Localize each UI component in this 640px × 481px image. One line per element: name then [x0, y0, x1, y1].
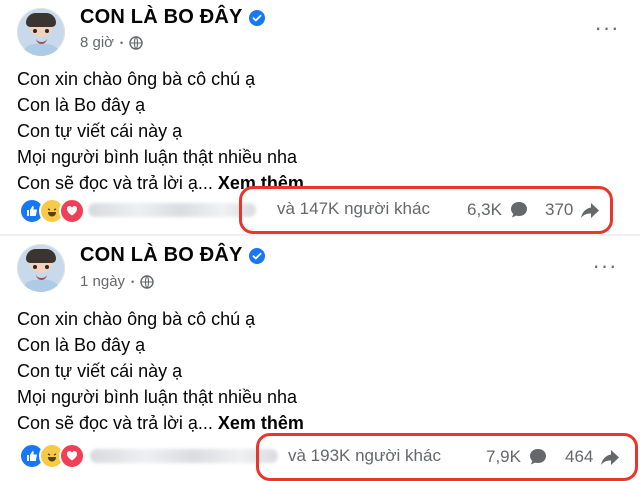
reaction-icons[interactable]	[19, 198, 85, 224]
more-options-button[interactable]: ···	[590, 253, 620, 278]
verified-badge-icon	[248, 247, 265, 264]
page-name[interactable]: CON LÀ BO ĐÂY	[80, 6, 265, 29]
post-line: Mọi người bình luận thật nhiều nha	[17, 387, 298, 407]
post-meta: 8 giờ •	[80, 34, 143, 51]
globe-icon	[140, 274, 154, 289]
post-line: Con xin chào ông bà cô chú ạ	[17, 69, 256, 89]
reaction-icons[interactable]	[19, 443, 85, 469]
post-line: Con sẽ đọc và trả lời ạ... Xem thêm	[17, 413, 304, 433]
post-time[interactable]: 8 giờ	[80, 34, 114, 51]
blurred-reactor-names	[88, 203, 256, 217]
avatar[interactable]	[17, 8, 65, 56]
more-options-button[interactable]: ···	[592, 15, 622, 40]
post-line: Mọi người bình luận thật nhiều nha	[17, 147, 298, 167]
post-card: CON LÀ BO ĐÂY 8 giờ • ··· Con xin chào ô…	[0, 0, 640, 236]
page-name[interactable]: CON LÀ BO ĐÂY	[80, 244, 265, 267]
blurred-reactor-names	[90, 449, 278, 463]
love-icon	[59, 443, 85, 469]
see-more-link[interactable]: Xem thêm	[218, 413, 304, 433]
highlight-frame	[256, 433, 638, 481]
post-meta: 1 ngày •	[80, 273, 154, 290]
verified-badge-icon	[248, 9, 265, 26]
post-text: Con xin chào ông bà cô chú ạ Con là Bo đ…	[17, 66, 304, 196]
highlight-frame	[239, 186, 613, 234]
globe-icon	[129, 35, 143, 50]
post-line: Con tự viết cái này ạ	[17, 121, 183, 141]
post-line: Con là Bo đây ạ	[17, 95, 146, 115]
avatar[interactable]	[17, 244, 65, 292]
post-card: CON LÀ BO ĐÂY 1 ngày • ··· Con xin chào …	[0, 236, 640, 481]
post-line: Con xin chào ông bà cô chú ạ	[17, 309, 256, 329]
love-icon	[59, 198, 85, 224]
post-line: Con tự viết cái này ạ	[17, 361, 183, 381]
post-time[interactable]: 1 ngày	[80, 273, 125, 290]
post-text: Con xin chào ông bà cô chú ạ Con là Bo đ…	[17, 306, 304, 436]
post-line: Con là Bo đây ạ	[17, 335, 146, 355]
